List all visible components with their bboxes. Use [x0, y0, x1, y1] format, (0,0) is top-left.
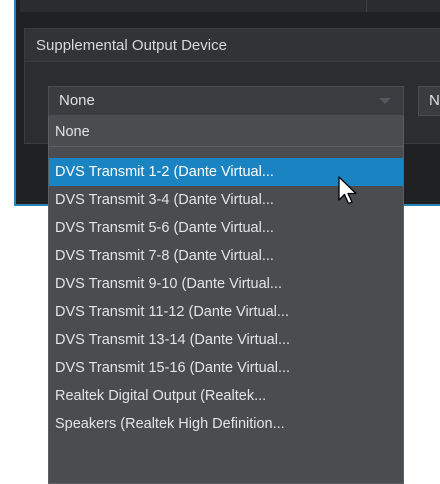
- option-separator: [49, 146, 403, 147]
- chevron-down-icon: [379, 98, 391, 104]
- dropdown-option-realtek-digital[interactable]: Realtek Digital Output (Realtek...: [49, 382, 403, 410]
- dropdown-option-dvs-11-12[interactable]: DVS Transmit 11-12 (Dante Virtual...: [49, 298, 403, 326]
- dropdown-option-dvs-9-10[interactable]: DVS Transmit 9-10 (Dante Virtual...: [49, 270, 403, 298]
- device-dropdown-list[interactable]: None DVS Transmit 1-2 (Dante Virtual... …: [48, 116, 404, 484]
- dropdown-option-dvs-13-14[interactable]: DVS Transmit 13-14 (Dante Virtual...: [49, 326, 403, 354]
- dropdown-option-dvs-7-8[interactable]: DVS Transmit 7-8 (Dante Virtual...: [49, 242, 403, 270]
- dropdown-option-dvs-5-6[interactable]: DVS Transmit 5-6 (Dante Virtual...: [49, 214, 403, 242]
- supplemental-output-device-select[interactable]: None: [48, 86, 404, 116]
- toolbar-divider: [366, 0, 367, 12]
- dropdown-option-none[interactable]: None: [49, 118, 403, 146]
- select-current-value: None: [59, 92, 95, 109]
- panel-title: Supplemental Output Device: [36, 37, 227, 54]
- secondary-output-select[interactable]: N: [418, 86, 440, 116]
- secondary-select-value: N: [429, 92, 440, 109]
- mouse-pointer-icon: [338, 176, 357, 205]
- panel-header: Supplemental Output Device: [25, 29, 440, 62]
- dropdown-option-realtek-speakers[interactable]: Speakers (Realtek High Definition...: [49, 410, 403, 438]
- dropdown-option-dvs-15-16[interactable]: DVS Transmit 15-16 (Dante Virtual...: [49, 354, 403, 382]
- top-toolbar-strip: [20, 0, 440, 12]
